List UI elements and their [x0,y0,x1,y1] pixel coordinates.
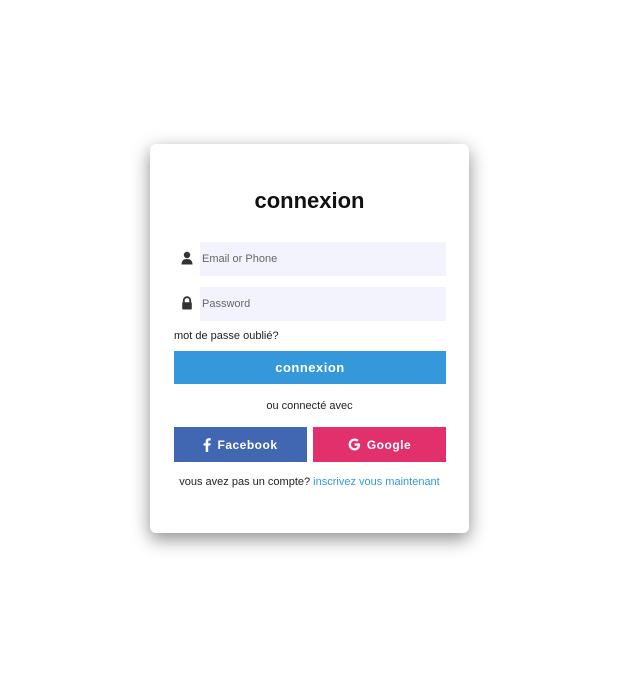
password-field-row [174,287,446,321]
login-card: connexion mot de passe oublié? connexion… [150,144,469,533]
google-icon [348,438,361,451]
email-field-row [174,242,446,276]
email-field[interactable] [200,242,446,276]
facebook-icon [203,437,212,452]
social-login-label: ou connecté avec [266,400,353,412]
signup-text: vous avez pas un compte? [179,476,311,488]
login-button[interactable]: connexion [174,351,446,384]
signup-prompt: vous avez pas un compte? inscrivez vous … [150,476,469,488]
google-button-label: Google [366,437,412,452]
google-login-button[interactable]: Google [313,427,446,462]
lock-icon [180,296,194,310]
facebook-button-label: Facebook [217,437,278,452]
password-field[interactable] [200,287,446,321]
forgot-password-link[interactable]: mot de passe oublié? [174,330,279,342]
facebook-login-button[interactable]: Facebook [174,427,307,462]
user-icon [180,251,194,265]
signup-link[interactable]: inscrivez vous maintenant [313,476,440,488]
page-title: connexion [254,188,365,213]
